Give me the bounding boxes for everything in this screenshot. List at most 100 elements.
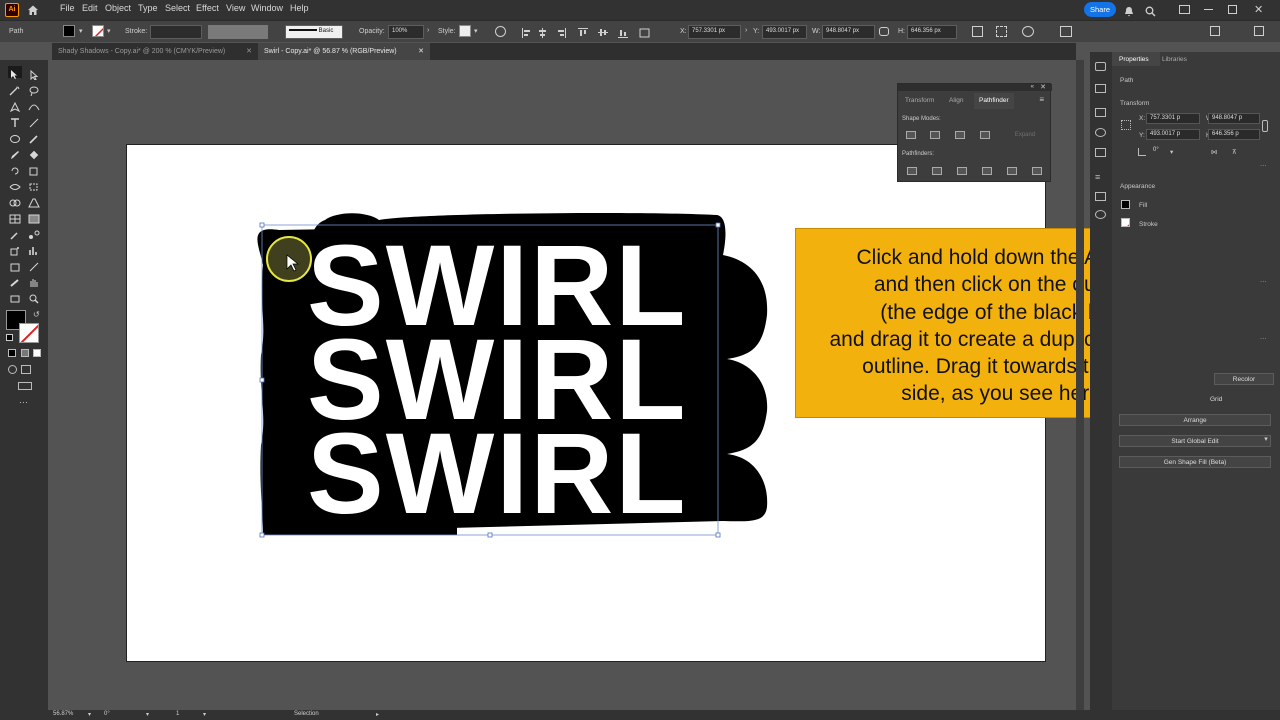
print-tiling-tool-icon[interactable] — [9, 291, 21, 303]
tab-close-icon[interactable]: ✕ — [246, 47, 252, 55]
eraser-alt-tool-icon[interactable] — [9, 275, 21, 287]
opacity-field[interactable]: 100% — [388, 25, 424, 39]
draw-mode-icon[interactable] — [8, 365, 17, 374]
symbol-sprayer-tool-icon[interactable] — [9, 243, 21, 256]
selection-tool-icon[interactable] — [8, 66, 22, 79]
zoom-level[interactable]: 56.87% — [53, 711, 73, 717]
column-graph-tool-icon[interactable] — [28, 243, 40, 255]
edit-toolbar-icon[interactable]: ··· — [19, 397, 28, 407]
flip-horizontal-icon[interactable]: ⋈ — [1211, 148, 1218, 156]
minimize-icon[interactable] — [1204, 9, 1213, 10]
transform-icon[interactable] — [972, 26, 983, 37]
menu-help[interactable]: Help — [290, 3, 309, 13]
libraries-panel-icon[interactable] — [1095, 84, 1106, 93]
brushes-panel-icon[interactable]: ≡ — [1095, 172, 1100, 182]
h-field[interactable]: 646.356 px — [907, 25, 957, 39]
eraser-tool-icon[interactable] — [28, 147, 40, 160]
w-field[interactable]: 948.8047 p — [1208, 113, 1260, 124]
tab-align[interactable]: Align — [949, 97, 963, 104]
hand-tool-icon[interactable] — [28, 275, 40, 287]
swatches-panel-icon[interactable] — [1095, 148, 1106, 157]
line-segment-tool-icon[interactable] — [28, 115, 40, 128]
artboard-tool-icon[interactable] — [9, 259, 21, 272]
blend-tool-icon[interactable] — [28, 227, 40, 239]
panel-drag-bar[interactable] — [898, 84, 1052, 91]
perspective-grid-tool-icon[interactable] — [28, 195, 40, 208]
unite-icon[interactable] — [906, 131, 916, 139]
start-global-edit-button[interactable]: Start Global Edit — [1119, 435, 1271, 447]
exclude-icon[interactable] — [980, 131, 990, 139]
arrange-button[interactable]: Arrange — [1119, 414, 1271, 426]
properties-panel-icon[interactable] — [1095, 62, 1106, 71]
tab-libraries[interactable]: Libraries — [1162, 56, 1187, 63]
direct-selection-tool-icon[interactable] — [28, 67, 40, 81]
appearance-stroke-swatch[interactable] — [1121, 218, 1130, 227]
gen-shape-fill-button[interactable]: Gen Shape Fill (Beta) — [1119, 456, 1271, 468]
none-mode-icon[interactable] — [33, 349, 41, 357]
x-field[interactable]: 757.3301 p — [1146, 113, 1200, 124]
gradient-mode-icon[interactable] — [21, 349, 29, 357]
fill-swatch[interactable] — [63, 25, 75, 37]
constrain-proportions-icon[interactable] — [879, 27, 889, 36]
global-edit-options-icon[interactable]: ▾ — [1260, 435, 1272, 447]
isolate-icon[interactable] — [996, 26, 1007, 37]
y-field[interactable]: 493.0017 p — [1146, 129, 1200, 140]
panel-menu-icon[interactable]: ≡ — [1039, 95, 1044, 104]
lasso-tool-icon[interactable] — [28, 83, 40, 97]
brush-definition-field[interactable]: Basic — [285, 25, 343, 39]
crop-icon[interactable] — [982, 167, 992, 175]
angle-icon[interactable] — [1138, 148, 1146, 156]
arrange-documents-icon[interactable] — [1179, 5, 1190, 14]
h-field[interactable]: 646.356 p — [1208, 129, 1260, 140]
magic-wand-tool-icon[interactable] — [9, 83, 21, 96]
home-icon[interactable] — [27, 3, 39, 21]
pen-tool-icon[interactable] — [9, 99, 21, 113]
x-arrow-icon[interactable]: › — [745, 27, 747, 34]
tab-transform[interactable]: Transform — [905, 97, 934, 104]
appearance-panel-icon[interactable] — [1095, 192, 1106, 201]
menu-object[interactable]: Object — [105, 3, 131, 13]
menu-effect[interactable]: Effect — [196, 3, 219, 13]
artboard-dropdown-icon[interactable]: ▾ — [203, 711, 206, 718]
appearance-more-icon[interactable]: ··· — [1260, 278, 1267, 285]
minus-front-icon[interactable] — [930, 131, 940, 139]
gradient-tool-icon[interactable] — [28, 211, 40, 224]
constrain-icon[interactable] — [1262, 120, 1268, 132]
rotate-tool-icon[interactable] — [9, 163, 21, 175]
menu-type[interactable]: Type — [138, 3, 158, 13]
menu-edit[interactable]: Edit — [82, 3, 98, 13]
maximize-icon[interactable] — [1228, 5, 1237, 14]
status-arrow-icon[interactable]: ▸ — [376, 711, 379, 718]
more-options-icon[interactable]: ··· — [1260, 162, 1267, 169]
merge-icon[interactable] — [957, 167, 967, 175]
outline-icon[interactable] — [1007, 167, 1017, 175]
fill-dropdown-icon[interactable]: ▾ — [79, 27, 83, 35]
swap-colors-icon[interactable]: ↺ — [33, 310, 40, 319]
stroke-weight-field[interactable] — [150, 25, 202, 39]
appearance-fill-swatch[interactable] — [1121, 200, 1130, 209]
panels-toggle-icon[interactable] — [1254, 26, 1264, 36]
screen-mode-alt-icon[interactable] — [18, 382, 32, 390]
grid-button[interactable]: Grid — [1210, 394, 1222, 406]
minus-back-icon[interactable] — [1032, 167, 1042, 175]
artboard-number[interactable]: 1 — [176, 711, 179, 717]
close-icon[interactable]: ✕ — [1254, 3, 1263, 16]
pencil-tool-icon[interactable] — [9, 147, 21, 159]
ellipse-tool-icon[interactable] — [9, 131, 21, 143]
tab-shady-shadows[interactable]: Shady Shadows - Copy.ai* @ 200 % (CMYK/P… — [52, 43, 258, 60]
rotation-dropdown-icon[interactable]: ▾ — [146, 711, 149, 718]
workspace-icon[interactable] — [1210, 26, 1220, 36]
style-swatch[interactable] — [459, 25, 471, 37]
share-button[interactable]: Share — [1084, 2, 1116, 17]
default-colors-icon[interactable] — [6, 334, 13, 341]
symbols-panel-icon[interactable] — [1095, 210, 1106, 219]
tab-swirl-copy[interactable]: Swirl - Copy.ai* @ 56.87 % (RGB/Preview)… — [258, 43, 430, 60]
style-dropdown-icon[interactable]: ▾ — [474, 27, 478, 35]
tab-pathfinder[interactable]: Pathfinder — [974, 93, 1014, 109]
menu-view[interactable]: View — [226, 3, 245, 13]
type-tool-icon[interactable] — [9, 115, 21, 127]
menu-file[interactable]: File — [60, 3, 75, 13]
divide-icon[interactable] — [907, 167, 917, 175]
menu-window[interactable]: Window — [251, 3, 283, 13]
recolor-icon[interactable] — [495, 26, 506, 37]
